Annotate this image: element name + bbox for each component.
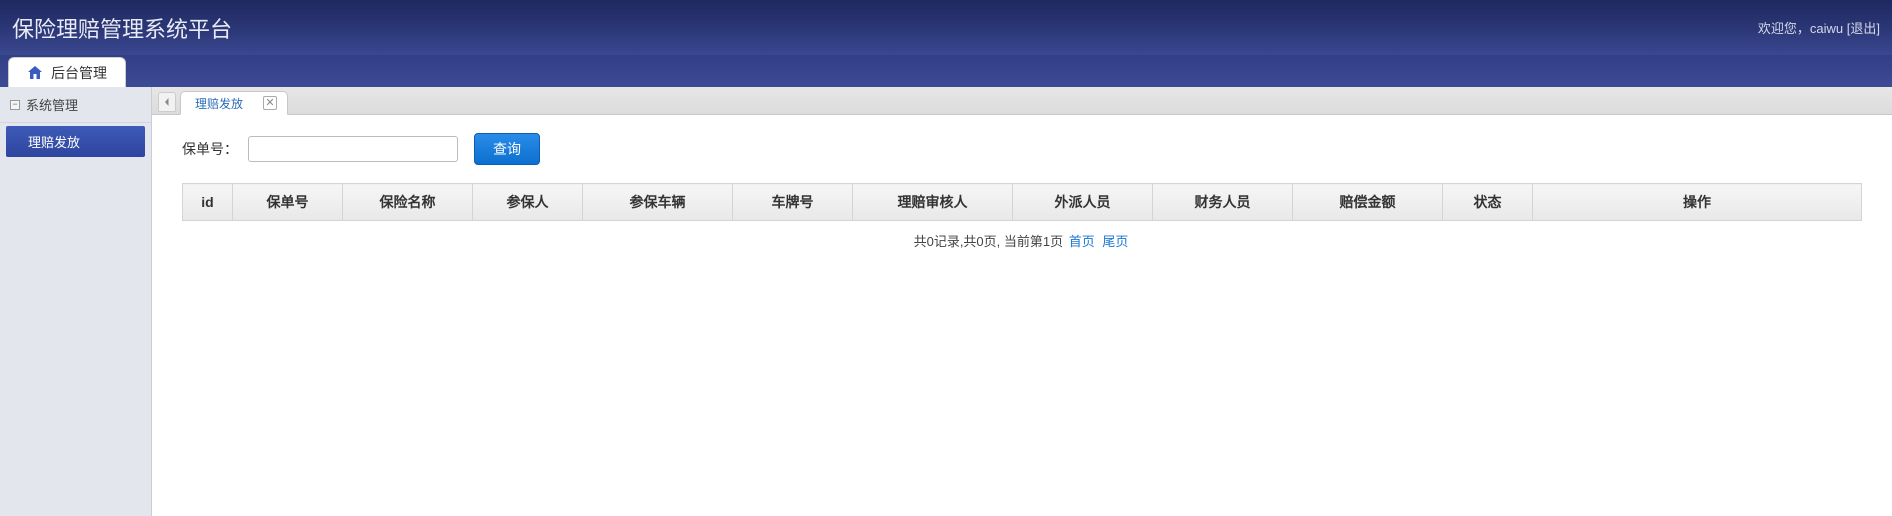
main-tab-admin[interactable]: 后台管理 — [8, 57, 126, 87]
pagination: 共0记录,共0页, 当前第1页 首页 尾页 — [182, 221, 1862, 260]
content-tab-claims-issue[interactable]: 理赔发放 ✕ — [180, 91, 288, 115]
username: caiwu — [1810, 21, 1843, 36]
sidebar-item-label: 理赔发放 — [28, 135, 80, 150]
col-insured-vehicle: 参保车辆 — [583, 184, 733, 221]
col-status: 状态 — [1443, 184, 1533, 221]
home-icon — [27, 65, 43, 81]
sidebar-item-claims-issue[interactable]: 理赔发放 — [6, 126, 145, 157]
col-finance-staff: 财务人员 — [1153, 184, 1293, 221]
tab-close-button[interactable]: ✕ — [263, 96, 277, 110]
col-action: 操作 — [1533, 184, 1862, 221]
header-user-area: 欢迎您，caiwu [退出] — [1758, 18, 1880, 37]
search-bar: 保单号： 查询 — [182, 133, 1862, 165]
policy-number-input[interactable] — [248, 136, 458, 162]
content-body: 保单号： 查询 id 保单号 保险名称 参保人 参保车辆 车牌号 理赔审核人 外… — [152, 115, 1892, 516]
tab-nav-prev[interactable] — [158, 92, 176, 112]
welcome-text: 欢迎您， — [1758, 21, 1810, 36]
col-policy-no: 保单号 — [233, 184, 343, 221]
sidebar-group-system[interactable]: − 系统管理 — [0, 87, 151, 123]
search-label: 保单号： — [182, 139, 238, 159]
main-tab-label: 后台管理 — [51, 63, 107, 83]
table-header-row: id 保单号 保险名称 参保人 参保车辆 车牌号 理赔审核人 外派人员 财务人员… — [183, 184, 1862, 221]
subheader: 后台管理 — [0, 55, 1892, 87]
col-field-staff: 外派人员 — [1013, 184, 1153, 221]
logout-link[interactable]: [退出] — [1847, 21, 1880, 36]
col-amount: 赔偿金额 — [1293, 184, 1443, 221]
pagination-first[interactable]: 首页 — [1069, 234, 1095, 249]
pagination-last[interactable]: 尾页 — [1102, 234, 1128, 249]
collapse-icon: − — [10, 100, 20, 110]
pagination-summary: 共0记录,共0页, 当前第1页 — [914, 234, 1067, 249]
app-header: 保险理赔管理系统平台 欢迎您，caiwu [退出] — [0, 0, 1892, 55]
body: − 系统管理 理赔发放 理赔发放 ✕ 保单号： 查询 — [0, 87, 1892, 516]
app-title: 保险理赔管理系统平台 — [12, 12, 232, 44]
col-insured: 参保人 — [473, 184, 583, 221]
claims-table: id 保单号 保险名称 参保人 参保车辆 车牌号 理赔审核人 外派人员 财务人员… — [182, 183, 1862, 221]
close-icon: ✕ — [265, 98, 274, 109]
chevron-left-icon — [163, 98, 171, 106]
sidebar-group-label: 系统管理 — [26, 95, 78, 114]
content-tab-bar: 理赔发放 ✕ — [152, 87, 1892, 115]
col-reviewer: 理赔审核人 — [853, 184, 1013, 221]
content-tab-label: 理赔发放 — [195, 95, 243, 112]
content-area: 理赔发放 ✕ 保单号： 查询 id 保单号 保险名称 参保人 — [152, 87, 1892, 516]
col-plate: 车牌号 — [733, 184, 853, 221]
search-button[interactable]: 查询 — [474, 133, 540, 165]
sidebar: − 系统管理 理赔发放 — [0, 87, 152, 516]
col-insurance-name: 保险名称 — [343, 184, 473, 221]
col-id: id — [183, 184, 233, 221]
